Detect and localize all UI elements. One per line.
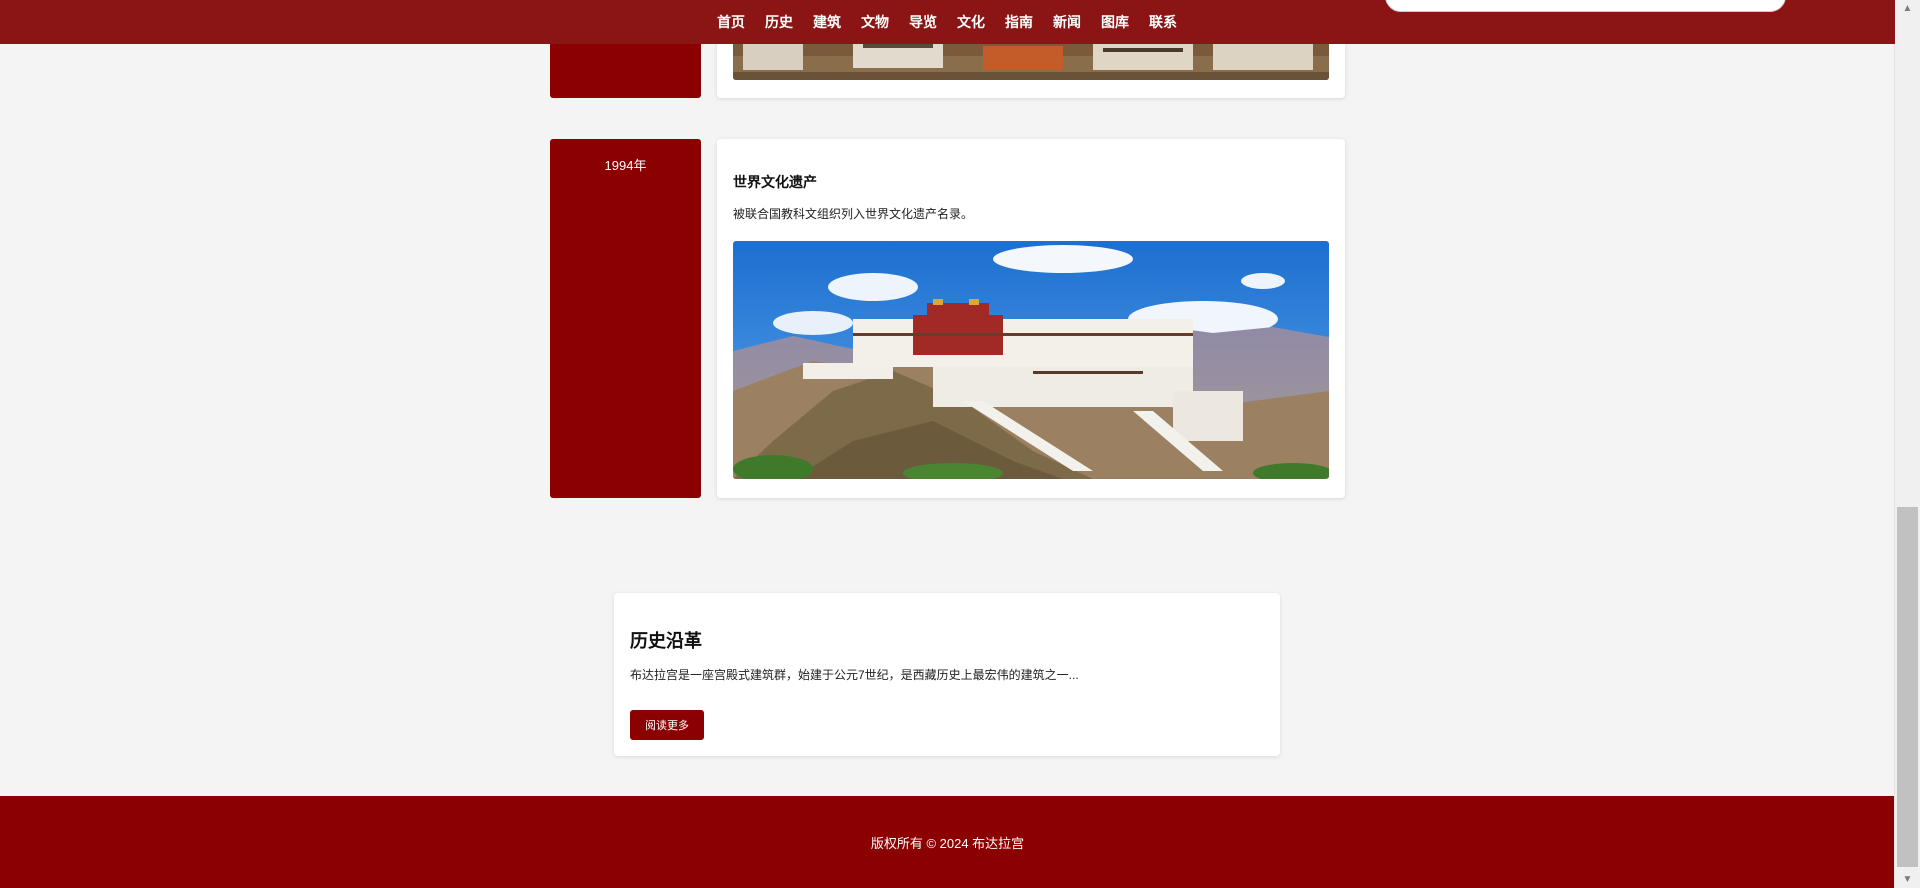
history-section-card: 历史沿革 布达拉宫是一座宫殿式建筑群，始建于公元7世纪，是西藏历史上最宏伟的建筑…	[614, 593, 1280, 756]
read-more-button[interactable]: 阅读更多	[630, 710, 704, 740]
scrollbar-thumb[interactable]	[1897, 507, 1918, 867]
nav-culture[interactable]: 文化	[949, 0, 997, 44]
scroll-up-arrow-icon[interactable]: ▲	[1895, 0, 1920, 17]
nav-news[interactable]: 新闻	[1045, 0, 1093, 44]
timeline-card: 世界文化遗产 被联合国教科文组织列入世界文化遗产名录。	[717, 139, 1345, 498]
nav-architecture[interactable]: 建筑	[805, 0, 853, 44]
vertical-scrollbar[interactable]: ▲ ▼	[1894, 0, 1920, 888]
nav-guide[interactable]: 指南	[997, 0, 1045, 44]
history-title: 历史沿革	[630, 631, 702, 651]
footer: 版权所有 © 2024 布达拉宫	[0, 796, 1895, 888]
timeline-year-block: 1994年	[550, 139, 701, 498]
nav-relics[interactable]: 文物	[853, 0, 901, 44]
nav-tour[interactable]: 导览	[901, 0, 949, 44]
timeline-description: 被联合国教科文组织列入世界文化遗产名录。	[733, 207, 974, 221]
history-description: 布达拉宫是一座宫殿式建筑群，始建于公元7世纪，是西藏历史上最宏伟的建筑之一...	[630, 668, 1079, 682]
timeline-title: 世界文化遗产	[733, 174, 817, 190]
nav-history[interactable]: 历史	[757, 0, 805, 44]
nav-contact[interactable]: 联系	[1141, 0, 1189, 44]
top-navbar: 首页 历史 建筑 文物 导览 文化 指南 新闻 图库 联系	[0, 0, 1895, 44]
potala-palace-image	[733, 241, 1329, 479]
main-nav: 首页 历史 建筑 文物 导览 文化 指南 新闻 图库 联系	[709, 0, 1189, 44]
copyright-text: 版权所有 © 2024 布达拉宫	[870, 836, 1025, 851]
nav-gallery[interactable]: 图库	[1093, 0, 1141, 44]
scroll-down-arrow-icon[interactable]: ▼	[1895, 871, 1920, 888]
search-input[interactable]	[1385, 0, 1786, 12]
timeline-year: 1994年	[604, 158, 647, 173]
nav-home[interactable]: 首页	[709, 0, 757, 44]
